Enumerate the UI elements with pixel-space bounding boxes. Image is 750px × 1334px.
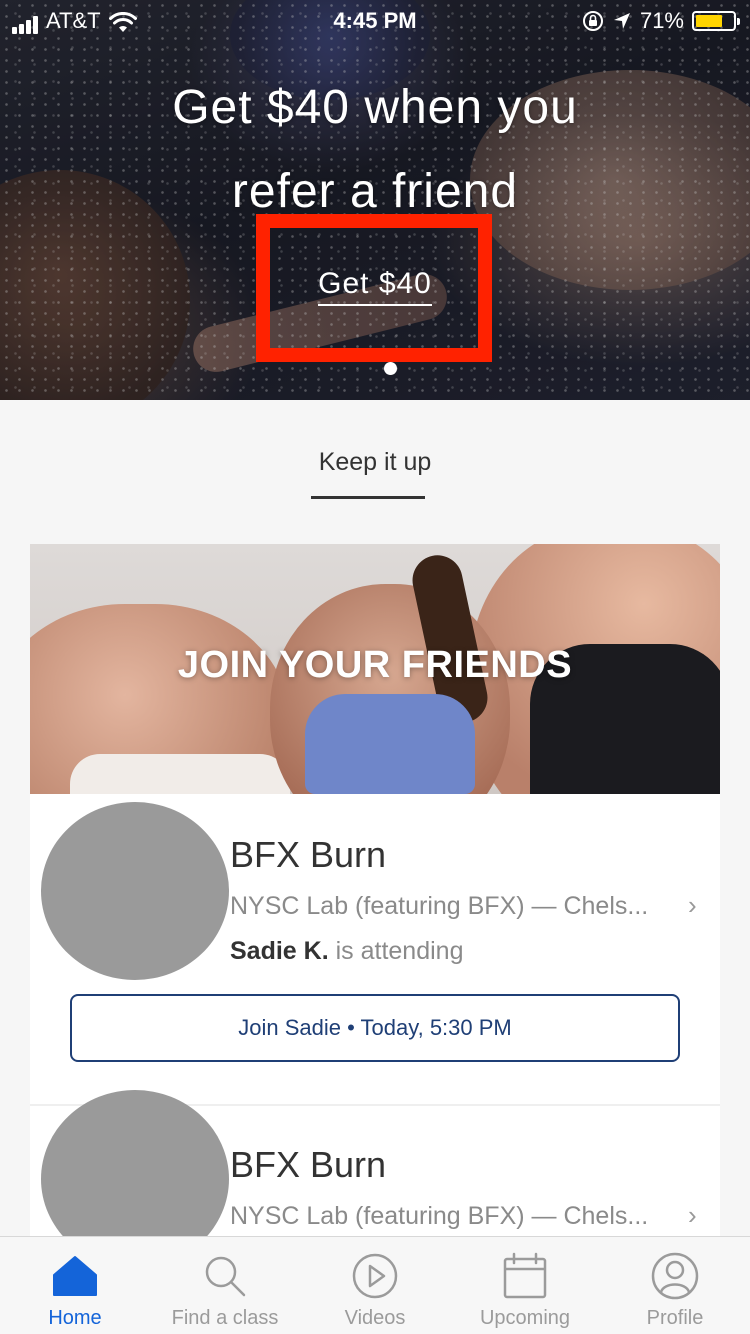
battery-level (696, 15, 722, 27)
tab-label: Videos (344, 1307, 406, 1329)
home-icon (53, 1256, 97, 1296)
tab-find-a-class[interactable]: Find a class (150, 1237, 300, 1334)
class-location: NYSC Lab (featuring BFX) — Chels... (230, 1202, 649, 1230)
hero-title-line: Get $40 when you (172, 81, 578, 134)
tab-upcoming[interactable]: Upcoming (450, 1237, 600, 1334)
get-40-label: Get $40 (318, 267, 432, 306)
chevron-right-icon[interactable]: › (688, 890, 697, 921)
tab-profile[interactable]: Profile (600, 1237, 750, 1334)
calendar-icon (503, 1252, 547, 1299)
tab-label: Home (48, 1307, 102, 1329)
hero-title-line: refer a friend (231, 165, 519, 218)
tab-home[interactable]: Home (0, 1237, 150, 1334)
hero-banner: AT&T 4:45 PM 71% Get $40 when you refer … (0, 0, 750, 400)
search-icon (205, 1256, 246, 1297)
banner-photo-shape (70, 754, 290, 794)
join-friend-button[interactable]: Join Sadie • Today, 5:30 PM (70, 994, 680, 1062)
section-title: Keep it up (318, 448, 432, 476)
section-underline (311, 496, 425, 499)
hero-title: Get $40 when you refer a friend (0, 66, 750, 234)
battery-icon (692, 11, 740, 31)
location-arrow-icon (613, 13, 630, 29)
rotation-lock-icon (582, 11, 603, 31)
status-bar: AT&T 4:45 PM 71% (0, 0, 750, 40)
attending-label: is attending (335, 937, 464, 965)
join-friends-banner[interactable]: JOIN YOUR FRIENDS (30, 544, 720, 794)
class-location: NYSC Lab (featuring BFX) — Chels... (230, 892, 649, 920)
avatar (41, 802, 229, 980)
tab-label: Upcoming (479, 1307, 571, 1329)
class-name: BFX Burn (230, 1144, 387, 1185)
class-card[interactable]: BFX Burn NYSC Lab (featuring BFX) — Chel… (30, 794, 720, 1104)
class-name: BFX Burn (230, 834, 387, 875)
tab-label: Profile (646, 1307, 704, 1329)
join-banner-title: JOIN YOUR FRIENDS (177, 644, 573, 686)
class-card[interactable]: BFX Burn NYSC Lab (featuring BFX) — Chel… (30, 1090, 720, 1268)
friend-name: Sadie K. (230, 937, 329, 965)
carousel-page-dot[interactable] (384, 362, 397, 375)
profile-icon (651, 1252, 699, 1300)
battery-percent: 71% (639, 8, 684, 33)
tab-label: Find a class (171, 1307, 279, 1329)
play-icon (352, 1253, 398, 1299)
tab-bar: Home Find a class Videos Upcoming Profil… (0, 1236, 750, 1334)
chevron-right-icon[interactable]: › (688, 1200, 697, 1231)
banner-photo-shape (305, 694, 475, 794)
attending-text: Sadie K. is attending (230, 937, 463, 966)
tab-videos[interactable]: Videos (300, 1237, 450, 1334)
get-40-button[interactable]: Get $40 (262, 254, 488, 314)
